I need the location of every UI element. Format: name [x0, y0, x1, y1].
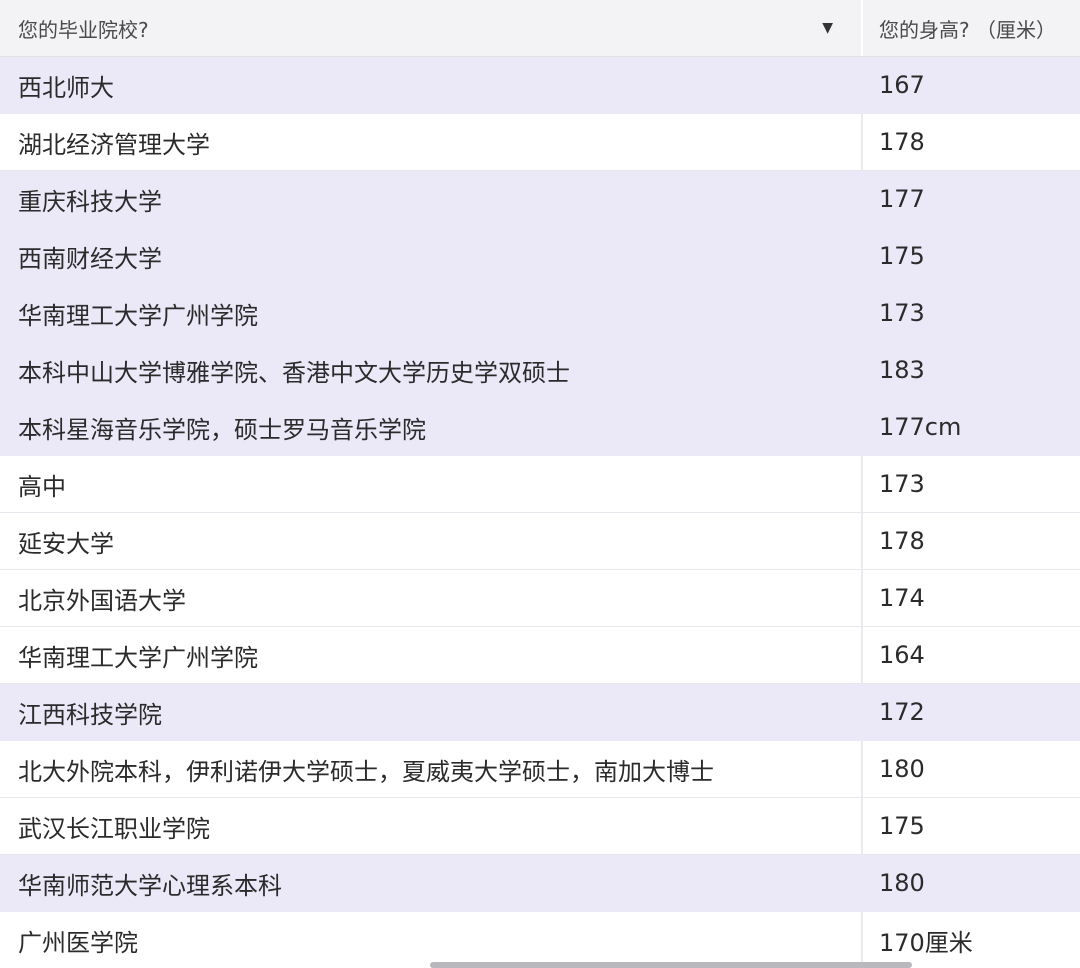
cell-height[interactable]: 167 — [863, 57, 1080, 113]
cell-school[interactable]: 高中 — [0, 456, 863, 512]
cell-height[interactable]: 175 — [863, 798, 1080, 854]
cell-school[interactable]: 武汉长江职业学院 — [0, 798, 863, 854]
cell-school[interactable]: 北大外院本科，伊利诺伊大学硕士，夏威夷大学硕士，南加大博士 — [0, 741, 863, 797]
cell-height[interactable]: 183 — [863, 342, 1080, 398]
survey-table: 您的毕业院校? ▼ 您的身高? （厘米） 西北师大 167 湖北经济管理大学 178 重… — [0, 0, 1080, 968]
column-header-school[interactable]: 您的毕业院校? ▼ — [0, 0, 863, 56]
table-row[interactable]: 江西科技学院 172 — [0, 684, 1080, 741]
cell-school[interactable]: 华南理工大学广州学院 — [0, 627, 863, 683]
cell-school[interactable]: 延安大学 — [0, 513, 863, 569]
cell-school[interactable]: 北京外国语大学 — [0, 570, 863, 626]
horizontal-scrollbar[interactable] — [0, 960, 1080, 968]
table-row[interactable]: 高中 173 — [0, 456, 1080, 513]
cell-height[interactable]: 174 — [863, 570, 1080, 626]
cell-height[interactable]: 178 — [863, 114, 1080, 170]
cell-height[interactable]: 172 — [863, 684, 1080, 740]
table-row[interactable]: 西南财经大学 175 — [0, 228, 1080, 285]
column-header-height-label: 您的身高? （厘米） — [879, 17, 1056, 42]
cell-school[interactable]: 西北师大 — [0, 57, 863, 113]
table-row[interactable]: 武汉长江职业学院 175 — [0, 798, 1080, 855]
table-row[interactable]: 湖北经济管理大学 178 — [0, 114, 1080, 171]
table-row[interactable]: 本科中山大学博雅学院、香港中文大学历史学双硕士 183 — [0, 342, 1080, 399]
table-row[interactable]: 北大外院本科，伊利诺伊大学硕士，夏威夷大学硕士，南加大博士 180 — [0, 741, 1080, 798]
cell-school[interactable]: 江西科技学院 — [0, 684, 863, 740]
table-row[interactable]: 重庆科技大学 177 — [0, 171, 1080, 228]
cell-height[interactable]: 180 — [863, 855, 1080, 911]
column-header-height[interactable]: 您的身高? （厘米） — [863, 0, 1080, 56]
table-row[interactable]: 北京外国语大学 174 — [0, 570, 1080, 627]
table-body: 西北师大 167 湖北经济管理大学 178 重庆科技大学 177 西南财经大学 175 华南理工… — [0, 57, 1080, 968]
column-header-school-label: 您的毕业院校? — [18, 17, 149, 42]
cell-school[interactable]: 华南理工大学广州学院 — [0, 285, 863, 341]
cell-height[interactable]: 177 — [863, 171, 1080, 227]
table-row[interactable]: 延安大学 178 — [0, 513, 1080, 570]
cell-height[interactable]: 164 — [863, 627, 1080, 683]
table-row[interactable]: 华南师范大学心理系本科 180 — [0, 855, 1080, 912]
cell-school[interactable]: 湖北经济管理大学 — [0, 114, 863, 170]
cell-height[interactable]: 173 — [863, 285, 1080, 341]
table-row[interactable]: 华南理工大学广州学院 164 — [0, 627, 1080, 684]
cell-height[interactable]: 173 — [863, 456, 1080, 512]
cell-school[interactable]: 重庆科技大学 — [0, 171, 863, 227]
cell-school[interactable]: 本科中山大学博雅学院、香港中文大学历史学双硕士 — [0, 342, 863, 398]
table-row[interactable]: 华南理工大学广州学院 173 — [0, 285, 1080, 342]
table-row[interactable]: 西北师大 167 — [0, 57, 1080, 114]
scrollbar-thumb[interactable] — [430, 962, 912, 968]
cell-height[interactable]: 178 — [863, 513, 1080, 569]
cell-height[interactable]: 180 — [863, 741, 1080, 797]
caret-down-icon[interactable]: ▼ — [822, 20, 833, 36]
cell-school[interactable]: 本科星海音乐学院，硕士罗马音乐学院 — [0, 399, 863, 455]
table-header: 您的毕业院校? ▼ 您的身高? （厘米） — [0, 0, 1080, 57]
cell-school[interactable]: 华南师范大学心理系本科 — [0, 855, 863, 911]
cell-school[interactable]: 西南财经大学 — [0, 228, 863, 284]
cell-height[interactable]: 177cm — [863, 399, 1080, 455]
table-row[interactable]: 本科星海音乐学院，硕士罗马音乐学院 177cm — [0, 399, 1080, 456]
cell-height[interactable]: 175 — [863, 228, 1080, 284]
